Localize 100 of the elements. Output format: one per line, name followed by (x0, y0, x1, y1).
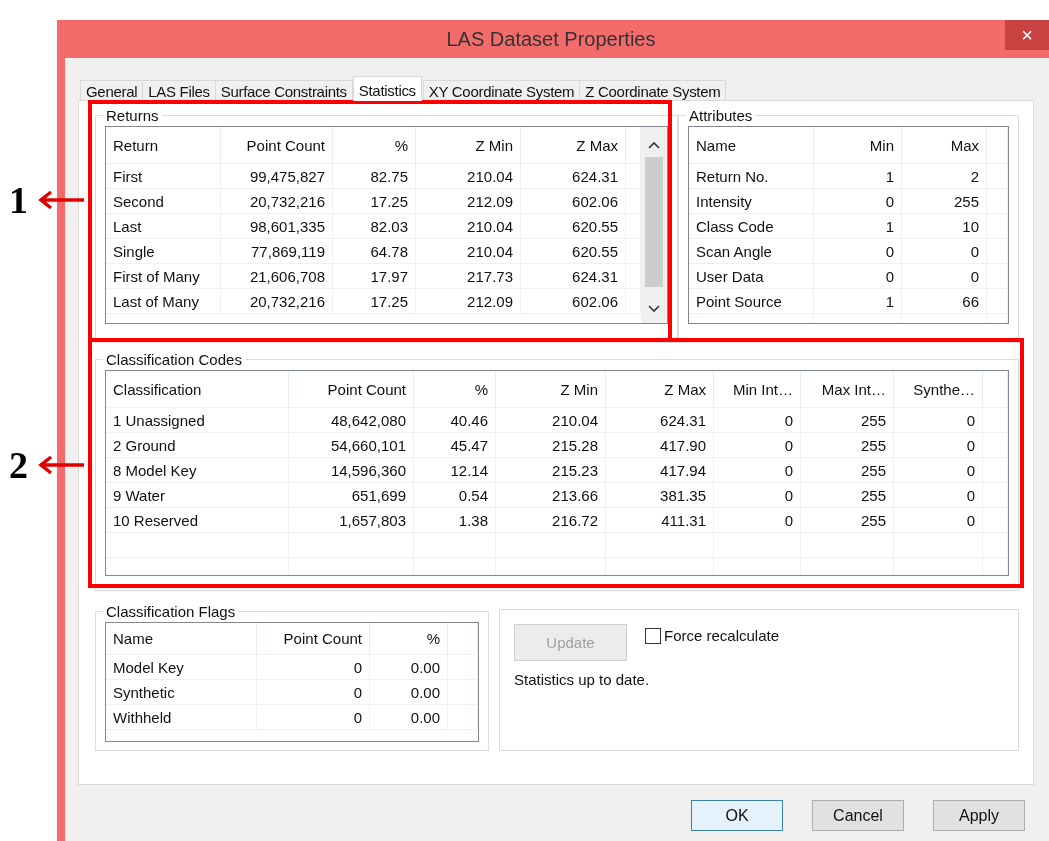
column-header[interactable]: Max (902, 127, 987, 163)
table-cell: Return No. (689, 164, 814, 188)
arrow-icon (38, 455, 84, 475)
table-cell: Single (106, 239, 221, 263)
table-cell: 216.72 (496, 508, 606, 532)
table-cell: 0 (257, 655, 370, 679)
group-title: Attributes (688, 107, 754, 124)
table-cell: 620.55 (521, 239, 626, 263)
column-header[interactable]: Classification (106, 371, 289, 407)
table-cell: 0.54 (414, 483, 496, 507)
group-title: Classification Flags (105, 603, 237, 620)
column-header[interactable]: Z Min (416, 127, 521, 163)
table-cell: 0.00 (370, 655, 448, 679)
table-cell: Point Source (689, 289, 814, 313)
table-cell: 66 (902, 289, 987, 313)
table-cell: 1 (814, 289, 902, 313)
table-cell: 10 (902, 214, 987, 238)
table-cell: 0 (894, 433, 983, 457)
tab[interactable]: Statistics (352, 76, 422, 101)
table-cell: Last of Many (106, 289, 221, 313)
dialog-button[interactable]: Cancel (812, 800, 904, 831)
column-header[interactable]: Z Max (521, 127, 626, 163)
table-cell: 210.04 (416, 214, 521, 238)
table-cell: 14,596,360 (289, 458, 414, 482)
tab[interactable]: LAS Files (142, 80, 216, 100)
table-cell: 624.31 (521, 264, 626, 288)
table-cell: 417.90 (606, 433, 714, 457)
table-cell: 20,732,216 (221, 189, 333, 213)
table-cell: 82.03 (333, 214, 416, 238)
table-cell: 651,699 (289, 483, 414, 507)
column-header[interactable]: Min Int… (714, 371, 801, 407)
table-cell: 0 (714, 483, 801, 507)
close-button[interactable]: × (1005, 20, 1049, 50)
table-cell: 0 (714, 408, 801, 432)
tab[interactable]: General (80, 80, 144, 100)
column-header[interactable]: Z Min (496, 371, 606, 407)
table-cell: 620.55 (521, 214, 626, 238)
column-header[interactable]: Name (106, 623, 257, 654)
table-cell: 9 Water (106, 483, 289, 507)
column-header[interactable]: % (333, 127, 416, 163)
table-cell: 255 (801, 483, 894, 507)
table-cell: 255 (801, 508, 894, 532)
table-cell: 12.14 (414, 458, 496, 482)
table-cell: 77,869,119 (221, 239, 333, 263)
dialog-button[interactable]: Apply (933, 800, 1025, 831)
table-cell: 0 (894, 508, 983, 532)
table-cell: 0 (714, 508, 801, 532)
checkbox-label[interactable]: Force recalculate (664, 627, 780, 644)
column-header[interactable]: Return (106, 127, 221, 163)
table-cell: 0 (902, 239, 987, 263)
arrow-icon (38, 190, 84, 210)
table-cell: 1 (814, 214, 902, 238)
dialog-button[interactable]: OK (691, 800, 783, 831)
column-header[interactable]: Point Count (221, 127, 333, 163)
table-cell: 602.06 (521, 289, 626, 313)
table-cell: 212.09 (416, 289, 521, 313)
table-cell: 212.09 (416, 189, 521, 213)
window-title: LAS Dataset Properties (445, 27, 657, 51)
table-cell: 0 (894, 408, 983, 432)
tab[interactable]: Surface Constraints (214, 80, 353, 100)
tab[interactable]: Z Coordinate System (579, 80, 727, 100)
column-header[interactable]: Max Int… (801, 371, 894, 407)
table-cell: 210.04 (416, 164, 521, 188)
table-cell: 8 Model Key (106, 458, 289, 482)
table-cell: 0 (714, 433, 801, 457)
checkbox[interactable] (645, 627, 661, 644)
table-cell: 64.78 (333, 239, 416, 263)
table-cell: 210.04 (496, 408, 606, 432)
table-cell: 1 (814, 164, 902, 188)
table-cell: User Data (689, 264, 814, 288)
column-header[interactable]: Name (689, 127, 814, 163)
table-cell: 215.23 (496, 458, 606, 482)
table-cell: 210.04 (416, 239, 521, 263)
table-cell: 213.66 (496, 483, 606, 507)
table-cell: Class Code (689, 214, 814, 238)
table-cell: Second (106, 189, 221, 213)
column-header[interactable]: Point Count (289, 371, 414, 407)
column-header[interactable]: % (370, 623, 448, 654)
table-cell: 215.28 (496, 433, 606, 457)
column-header[interactable]: Synthe… (894, 371, 983, 407)
table-cell: 602.06 (521, 189, 626, 213)
table-cell: 217.73 (416, 264, 521, 288)
table-cell: 17.97 (333, 264, 416, 288)
column-header[interactable]: % (414, 371, 496, 407)
table-cell: 0 (814, 264, 902, 288)
table-cell: Synthetic (106, 680, 257, 704)
column-header[interactable]: Z Max (606, 371, 714, 407)
table-cell: First of Many (106, 264, 221, 288)
table-cell: 1 Unassigned (106, 408, 289, 432)
table-cell: Intensity (689, 189, 814, 213)
table-cell: 54,660,101 (289, 433, 414, 457)
table-cell: 255 (902, 189, 987, 213)
callout-number: 1 (9, 178, 28, 222)
table-cell: First (106, 164, 221, 188)
tab[interactable]: XY Coordinate System (422, 80, 581, 100)
column-header[interactable]: Min (814, 127, 902, 163)
table-cell: 48,642,080 (289, 408, 414, 432)
scrollbar-thumb[interactable] (645, 157, 663, 287)
table-cell: Last (106, 214, 221, 238)
column-header[interactable]: Point Count (257, 623, 370, 654)
